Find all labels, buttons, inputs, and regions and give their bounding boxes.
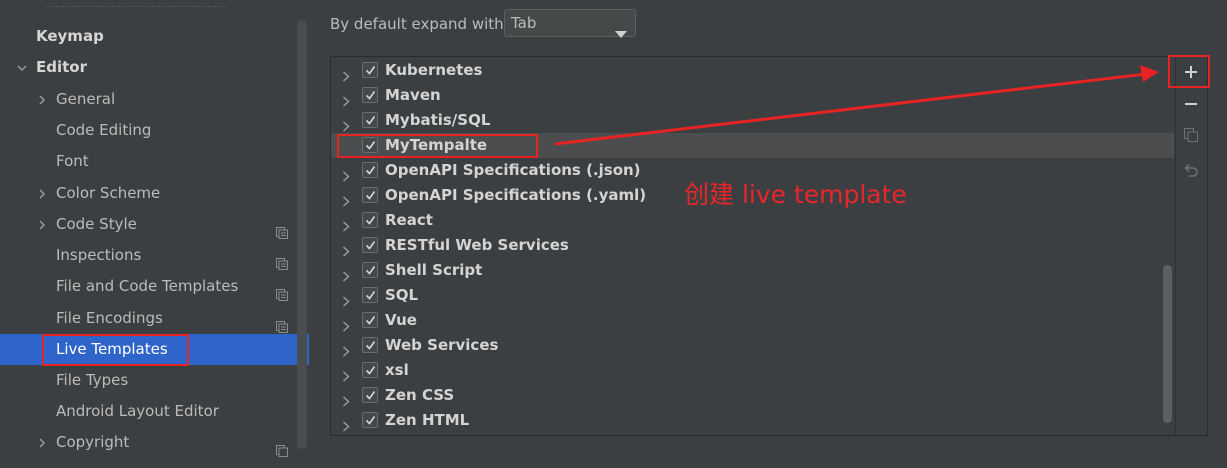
- annotation-text: 创建 live template: [684, 180, 907, 209]
- annotation-arrow: [554, 65, 1159, 146]
